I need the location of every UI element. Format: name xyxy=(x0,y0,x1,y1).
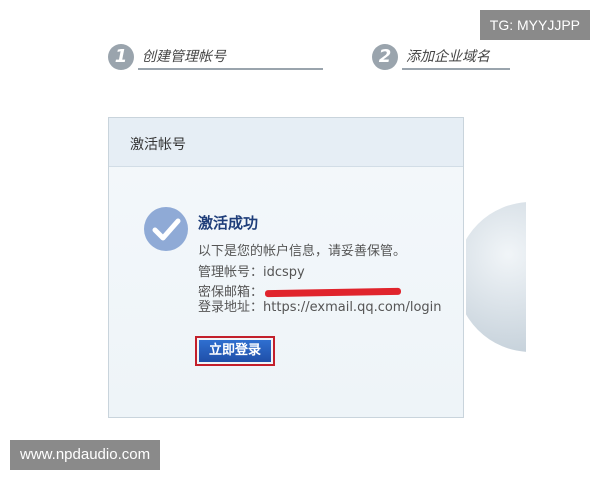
account-label: 管理帐号： xyxy=(198,265,264,280)
step-number-2: 2 xyxy=(372,44,398,70)
step-create-admin-account: 1 创建管理帐号 xyxy=(108,44,323,74)
account-row: 管理帐号：idcspy xyxy=(198,261,305,280)
step-label-2: 添加企业域名 xyxy=(406,49,490,65)
login-label: 登录地址： xyxy=(198,300,264,315)
step-label-1: 创建管理帐号 xyxy=(142,49,226,65)
login-row: 登录地址：https://exmail.qq.com/login xyxy=(198,296,442,315)
step-underline-2 xyxy=(402,68,510,70)
login-now-button[interactable]: 立即登录 xyxy=(199,340,271,362)
card-header: 激活帐号 xyxy=(109,118,463,167)
step-underline-1 xyxy=(138,68,323,70)
card-title: 激活帐号 xyxy=(130,137,186,153)
watermark-bottom: www.npdaudio.com xyxy=(10,440,161,470)
login-button-highlight: 立即登录 xyxy=(195,336,275,366)
watermark-top: TG: MYYJJPP xyxy=(479,10,590,40)
success-check-icon xyxy=(144,207,188,251)
step-add-domain: 2 添加企业域名 xyxy=(372,44,510,74)
login-url[interactable]: https://exmail.qq.com/login xyxy=(263,300,442,315)
account-info-intro: 以下是您的帐户信息，请妥善保管。 xyxy=(198,244,407,259)
account-value: idcspy xyxy=(263,265,305,280)
success-title: 激活成功 xyxy=(198,214,259,232)
background-globe-graphic xyxy=(466,182,526,382)
step-number-1: 1 xyxy=(108,44,134,70)
